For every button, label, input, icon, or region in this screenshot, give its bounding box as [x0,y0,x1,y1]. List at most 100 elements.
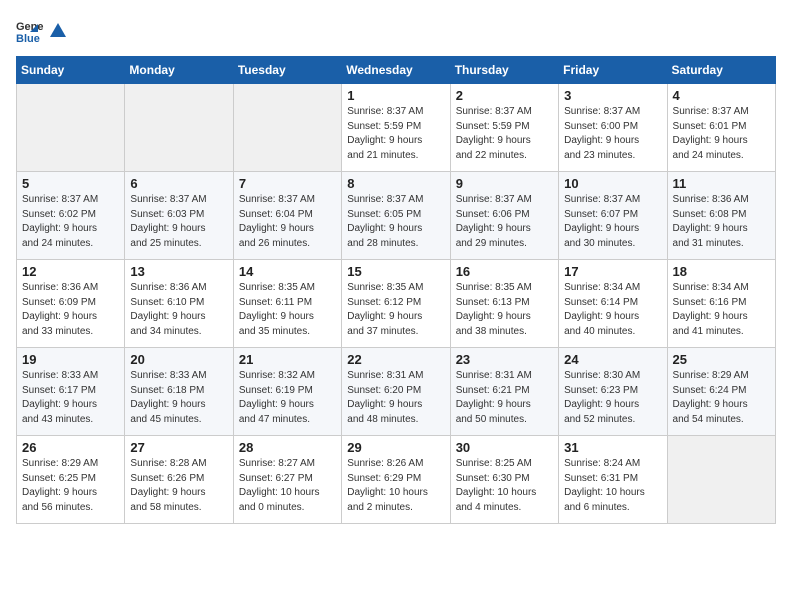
logo: General Blue [16,16,68,44]
day-cell: 19Sunrise: 8:33 AM Sunset: 6:17 PM Dayli… [17,348,125,436]
day-info: Sunrise: 8:37 AM Sunset: 6:00 PM Dayligh… [564,105,661,163]
day-info: Sunrise: 8:36 AM Sunset: 6:10 PM Dayligh… [130,281,227,339]
day-number: 25 [673,352,770,367]
day-info: Sunrise: 8:37 AM Sunset: 6:04 PM Dayligh… [239,193,336,251]
day-info: Sunrise: 8:26 AM Sunset: 6:29 PM Dayligh… [347,457,444,515]
day-info: Sunrise: 8:31 AM Sunset: 6:21 PM Dayligh… [456,369,553,427]
day-info: Sunrise: 8:37 AM Sunset: 5:59 PM Dayligh… [456,105,553,163]
day-number: 13 [130,264,227,279]
week-row-3: 12 Sunrise: 8:36 AM Sunset: 6:09 PM Dayli… [17,260,776,348]
day-cell: 12 Sunrise: 8:36 AM Sunset: 6:09 PM Dayli… [17,260,125,348]
day-info: Sunrise: 8:37 AM Sunset: 6:03 PM Dayligh… [130,193,227,251]
svg-text:General: General [16,21,44,33]
day-number: 12 [22,264,119,279]
day-info: Sunrise: 8:29 AM Sunset: 6:25 PM Dayligh… [22,457,119,515]
day-number: 3 [564,88,661,103]
day-cell: 24Sunrise: 8:30 AM Sunset: 6:23 PM Dayli… [559,348,667,436]
day-header-saturday: Saturday [667,57,775,84]
day-cell: 22 Sunrise: 8:31 AM Sunset: 6:20 PM Dayli… [342,348,450,436]
day-info: Sunrise: 8:35 AM Sunset: 6:12 PM Dayligh… [347,281,444,339]
day-header-thursday: Thursday [450,57,558,84]
day-info: Sunrise: 8:33 AM Sunset: 6:18 PM Dayligh… [130,369,227,427]
day-header-sunday: Sunday [17,57,125,84]
day-number: 21 [239,352,336,367]
day-number: 6 [130,176,227,191]
day-cell: 4 Sunrise: 8:37 AM Sunset: 6:01 PM Daylig… [667,84,775,172]
day-cell [233,84,341,172]
day-info: Sunrise: 8:37 AM Sunset: 6:01 PM Dayligh… [673,105,770,163]
day-header-wednesday: Wednesday [342,57,450,84]
day-cell [667,436,775,524]
day-number: 17 [564,264,661,279]
logo-triangle-icon [49,21,67,39]
day-cell: 30 Sunrise: 8:25 AM Sunset: 6:30 PM Dayli… [450,436,558,524]
day-cell: 29 Sunrise: 8:26 AM Sunset: 6:29 PM Dayli… [342,436,450,524]
week-row-4: 19Sunrise: 8:33 AM Sunset: 6:17 PM Dayli… [17,348,776,436]
day-number: 31 [564,440,661,455]
day-cell: 27 Sunrise: 8:28 AM Sunset: 6:26 PM Dayli… [125,436,233,524]
logo-icon: General Blue [16,16,44,44]
day-number: 4 [673,88,770,103]
day-cell: 5 Sunrise: 8:37 AM Sunset: 6:02 PM Daylig… [17,172,125,260]
day-number: 18 [673,264,770,279]
day-number: 30 [456,440,553,455]
day-info: Sunrise: 8:29 AM Sunset: 6:24 PM Dayligh… [673,369,770,427]
day-number: 14 [239,264,336,279]
day-cell: 31 Sunrise: 8:24 AM Sunset: 6:31 PM Dayli… [559,436,667,524]
day-number: 8 [347,176,444,191]
day-info: Sunrise: 8:34 AM Sunset: 6:14 PM Dayligh… [564,281,661,339]
day-info: Sunrise: 8:35 AM Sunset: 6:13 PM Dayligh… [456,281,553,339]
day-info: Sunrise: 8:28 AM Sunset: 6:26 PM Dayligh… [130,457,227,515]
day-number: 5 [22,176,119,191]
day-cell: 14 Sunrise: 8:35 AM Sunset: 6:11 PM Dayli… [233,260,341,348]
day-info: Sunrise: 8:24 AM Sunset: 6:31 PM Dayligh… [564,457,661,515]
day-number: 27 [130,440,227,455]
day-cell: 28Sunrise: 8:27 AM Sunset: 6:27 PM Dayli… [233,436,341,524]
day-number: 15 [347,264,444,279]
day-number: 28 [239,440,336,455]
day-cell: 26 Sunrise: 8:29 AM Sunset: 6:25 PM Dayli… [17,436,125,524]
day-info: Sunrise: 8:31 AM Sunset: 6:20 PM Dayligh… [347,369,444,427]
week-row-2: 5 Sunrise: 8:37 AM Sunset: 6:02 PM Daylig… [17,172,776,260]
day-info: Sunrise: 8:25 AM Sunset: 6:30 PM Dayligh… [456,457,553,515]
day-cell: 25 Sunrise: 8:29 AM Sunset: 6:24 PM Dayli… [667,348,775,436]
day-info: Sunrise: 8:36 AM Sunset: 6:09 PM Dayligh… [22,281,119,339]
day-cell: 16 Sunrise: 8:35 AM Sunset: 6:13 PM Dayli… [450,260,558,348]
day-number: 26 [22,440,119,455]
day-cell: 6 Sunrise: 8:37 AM Sunset: 6:03 PM Daylig… [125,172,233,260]
day-number: 1 [347,88,444,103]
day-cell: 3 Sunrise: 8:37 AM Sunset: 6:00 PM Daylig… [559,84,667,172]
day-number: 29 [347,440,444,455]
day-info: Sunrise: 8:37 AM Sunset: 6:05 PM Dayligh… [347,193,444,251]
day-header-tuesday: Tuesday [233,57,341,84]
day-info: Sunrise: 8:32 AM Sunset: 6:19 PM Dayligh… [239,369,336,427]
day-number: 23 [456,352,553,367]
day-cell [125,84,233,172]
day-number: 16 [456,264,553,279]
day-cell: 21 Sunrise: 8:32 AM Sunset: 6:19 PM Dayli… [233,348,341,436]
day-cell: 8 Sunrise: 8:37 AM Sunset: 6:05 PM Daylig… [342,172,450,260]
day-number: 10 [564,176,661,191]
calendar-table: SundayMondayTuesdayWednesdayThursdayFrid… [16,56,776,524]
day-header-row: SundayMondayTuesdayWednesdayThursdayFrid… [17,57,776,84]
week-row-5: 26 Sunrise: 8:29 AM Sunset: 6:25 PM Dayli… [17,436,776,524]
day-number: 20 [130,352,227,367]
day-number: 7 [239,176,336,191]
day-cell: 7 Sunrise: 8:37 AM Sunset: 6:04 PM Daylig… [233,172,341,260]
day-info: Sunrise: 8:37 AM Sunset: 6:02 PM Dayligh… [22,193,119,251]
day-cell [17,84,125,172]
day-cell: 18Sunrise: 8:34 AM Sunset: 6:16 PM Dayli… [667,260,775,348]
day-info: Sunrise: 8:37 AM Sunset: 6:06 PM Dayligh… [456,193,553,251]
day-header-monday: Monday [125,57,233,84]
day-number: 9 [456,176,553,191]
day-info: Sunrise: 8:35 AM Sunset: 6:11 PM Dayligh… [239,281,336,339]
day-cell: 13 Sunrise: 8:36 AM Sunset: 6:10 PM Dayli… [125,260,233,348]
day-number: 19 [22,352,119,367]
day-info: Sunrise: 8:30 AM Sunset: 6:23 PM Dayligh… [564,369,661,427]
day-info: Sunrise: 8:36 AM Sunset: 6:08 PM Dayligh… [673,193,770,251]
day-cell: 9 Sunrise: 8:37 AM Sunset: 6:06 PM Daylig… [450,172,558,260]
day-number: 22 [347,352,444,367]
svg-text:Blue: Blue [16,33,40,44]
day-cell: 15 Sunrise: 8:35 AM Sunset: 6:12 PM Dayli… [342,260,450,348]
day-cell: 20 Sunrise: 8:33 AM Sunset: 6:18 PM Dayli… [125,348,233,436]
